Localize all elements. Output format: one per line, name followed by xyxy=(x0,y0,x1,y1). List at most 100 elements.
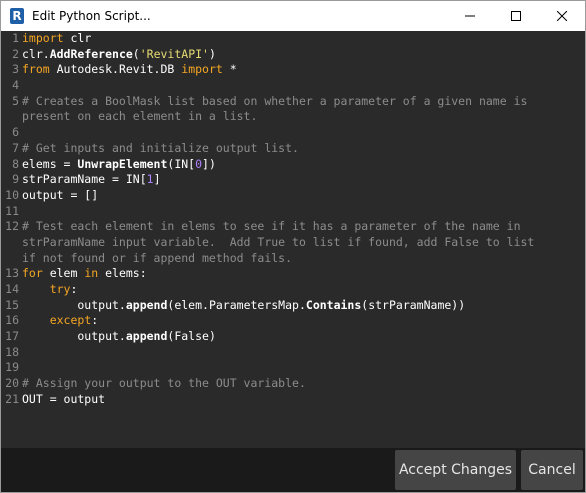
window-title: Edit Python Script... xyxy=(32,9,151,23)
code-line[interactable]: 9 strParamName = IN[1] xyxy=(1,172,585,188)
accept-changes-button[interactable]: Accept Changes xyxy=(395,450,516,490)
code-line[interactable]: if not found or if append method fails. xyxy=(1,251,585,267)
line-number: 10 xyxy=(5,187,19,202)
code-line[interactable]: 2 clr.AddReference('RevitAPI') xyxy=(1,47,585,63)
code-token: ( xyxy=(132,46,140,61)
line-number: 2 xyxy=(12,46,19,61)
line-number: 5 xyxy=(12,93,19,108)
code-token: clr. xyxy=(22,46,50,61)
line-number: 8 xyxy=(12,156,19,171)
code-line[interactable]: 16 except: xyxy=(1,313,585,329)
maximize-icon xyxy=(511,11,521,21)
code-line[interactable]: 18 xyxy=(1,345,585,361)
edit-python-script-window: R Edit Python Script... 1 import clr 2 clr.… xyxy=(0,0,586,493)
code-token: output = [] xyxy=(22,187,99,202)
revit-app-icon: R xyxy=(10,8,24,24)
code-line[interactable]: 20 # Assign your output to the OUT variab… xyxy=(1,376,585,392)
line-number: 18 xyxy=(5,344,19,359)
code-line[interactable]: 19 xyxy=(1,360,585,376)
code-line[interactable]: 8 elems = UnwrapElement(IN[0]) xyxy=(1,157,585,173)
code-token: strParamName = IN[ xyxy=(22,172,147,187)
code-token: (IN[ xyxy=(167,156,196,171)
code-token: (strParamName)) xyxy=(361,297,466,312)
code-line[interactable]: 7 # Get inputs and initialize output list… xyxy=(1,141,585,157)
title-bar[interactable]: R Edit Python Script... xyxy=(1,1,585,31)
line-code: present on each element in a list. xyxy=(22,109,257,125)
code-token: Contains xyxy=(305,297,362,312)
code-token: output. xyxy=(22,329,126,344)
code-token: 'RevitAPI' xyxy=(139,46,209,61)
line-number: 17 xyxy=(5,329,19,344)
line-code: # Get inputs and initialize output list. xyxy=(22,141,299,157)
code-token: (elem.ParametersMap. xyxy=(167,297,306,312)
code-token: in xyxy=(84,266,99,281)
line-code: if not found or if append method fails. xyxy=(22,251,292,267)
code-token: 0 xyxy=(195,156,203,171)
line-number: 13 xyxy=(5,266,19,281)
code-line[interactable]: strParamName input variable. Add True to… xyxy=(1,235,585,251)
code-token: : xyxy=(91,313,99,328)
code-token: import xyxy=(22,31,64,45)
dialog-footer: Accept Changes Cancel xyxy=(1,448,585,492)
code-line[interactable]: 4 xyxy=(1,78,585,94)
code-editor[interactable]: 1 import clr 2 clr.AddReference('RevitAPI')… xyxy=(1,31,585,448)
line-code: output = [] xyxy=(22,188,98,204)
line-code: # Assign your output to the OUT variable… xyxy=(22,376,306,392)
line-number: 7 xyxy=(12,140,19,155)
code-line[interactable]: 10 output = [] xyxy=(1,188,585,204)
code-token: if not found or if append method fails. xyxy=(22,250,293,265)
code-token: present on each element in a list. xyxy=(22,109,258,124)
line-number: 6 xyxy=(12,125,19,140)
code-token: # Creates a BoolMask list based on wheth… xyxy=(22,93,528,108)
minimize-button[interactable] xyxy=(447,1,493,31)
code-token: ] xyxy=(153,172,161,187)
line-number: 9 xyxy=(12,172,19,187)
code-token: strParamName input variable. Add True to… xyxy=(22,234,535,249)
code-token: elems: xyxy=(98,266,147,281)
close-icon xyxy=(557,11,567,21)
line-number: 20 xyxy=(5,376,19,391)
code-token: except xyxy=(49,313,92,328)
code-line[interactable]: 14 try: xyxy=(1,282,585,298)
line-code: # Creates a BoolMask list based on wheth… xyxy=(22,94,527,110)
code-line[interactable]: 1 import clr xyxy=(1,31,585,47)
line-code: for elem in elems: xyxy=(22,266,147,282)
code-token: UnwrapElement xyxy=(77,156,168,171)
line-number: 15 xyxy=(5,297,19,312)
line-number: 1 xyxy=(12,31,19,45)
line-number: 16 xyxy=(5,313,19,328)
code-line[interactable]: 5 # Creates a BoolMask list based on whet… xyxy=(1,94,585,110)
code-line[interactable]: 21 OUT = output xyxy=(1,392,585,408)
line-number: 14 xyxy=(5,282,19,296)
code-token: AddReference xyxy=(49,46,133,61)
code-token: OUT = output xyxy=(22,391,106,406)
code-token: elems = xyxy=(22,156,78,171)
cancel-button[interactable]: Cancel xyxy=(521,450,583,490)
code-token: (False) xyxy=(167,329,216,344)
line-code: from Autodesk.Revit.DB import * xyxy=(22,62,237,78)
code-line[interactable]: 6 xyxy=(1,125,585,141)
line-number: 12 xyxy=(5,219,19,234)
maximize-button[interactable] xyxy=(493,1,539,31)
line-number: 4 xyxy=(12,78,19,93)
line-code: output.append(elem.ParametersMap.Contain… xyxy=(22,298,465,314)
line-number: 11 xyxy=(5,203,19,218)
code-line[interactable]: 3 from Autodesk.Revit.DB import * xyxy=(1,62,585,78)
code-token: # Test each element in elems to see if i… xyxy=(22,219,521,234)
line-code: # Test each element in elems to see if i… xyxy=(22,219,521,235)
code-token: # Assign your output to the OUT variable… xyxy=(22,376,306,391)
code-token: import xyxy=(181,62,223,77)
line-code: import clr xyxy=(22,31,91,47)
code-line[interactable]: 12 # Test each element in elems to see if… xyxy=(1,219,585,235)
code-line[interactable]: 13 for elem in elems: xyxy=(1,266,585,282)
code-line[interactable]: 11 xyxy=(1,204,585,220)
minimize-icon xyxy=(465,15,475,17)
code-line[interactable]: 15 output.append(elem.ParametersMap.Cont… xyxy=(1,298,585,314)
line-code: output.append(False) xyxy=(22,329,216,345)
code-line[interactable]: 17 output.append(False) xyxy=(1,329,585,345)
close-button[interactable] xyxy=(539,1,585,31)
code-line[interactable]: present on each element in a list. xyxy=(1,109,585,125)
code-token: Autodesk.Revit.DB xyxy=(49,62,182,77)
code-token: ]) xyxy=(202,156,216,171)
